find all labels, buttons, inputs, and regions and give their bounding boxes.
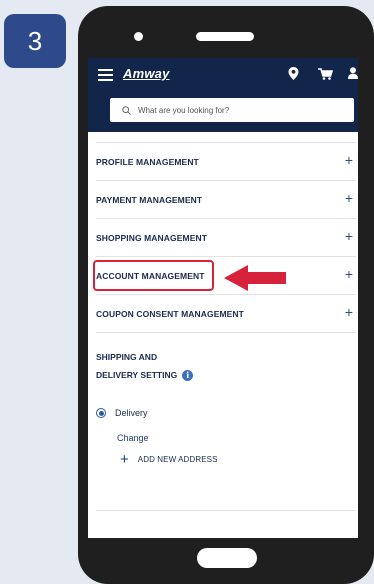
add-plus-icon: +: [120, 451, 129, 468]
add-new-address-label: ADD NEW ADDRESS: [137, 455, 218, 464]
menu-item-account-management[interactable]: ACCOUNT MANAGEMENT +: [93, 257, 356, 295]
app-screen: Amway What are you looking for? PROFILE …: [88, 58, 358, 538]
location-pin-icon[interactable]: [288, 67, 299, 80]
menu-item-label: PAYMENT MANAGEMENT: [96, 194, 203, 205]
shipping-section-title: SHIPPING AND DELIVERY SETTING i: [96, 348, 194, 384]
info-icon[interactable]: i: [182, 369, 194, 381]
shipping-title-line2: DELIVERY SETTING: [96, 370, 178, 380]
red-arrow-icon: [224, 265, 286, 291]
menu-item-label: COUPON CONSENT MANAGEMENT: [96, 308, 244, 319]
menu-item-shopping-management[interactable]: SHOPPING MANAGEMENT +: [96, 219, 356, 257]
expand-plus-icon[interactable]: +: [345, 267, 353, 281]
home-button[interactable]: [197, 548, 257, 568]
menu-item-coupon-consent-management[interactable]: COUPON CONSENT MANAGEMENT +: [96, 295, 356, 333]
divider: [96, 510, 356, 511]
amway-logo[interactable]: Amway: [123, 66, 170, 81]
search-input[interactable]: [138, 105, 338, 115]
highlight-outline: [93, 260, 214, 291]
account-menu: PROFILE MANAGEMENT + PAYMENT MANAGEMENT …: [93, 142, 356, 333]
phone-frame: Amway What are you looking for? PROFILE …: [78, 6, 374, 584]
change-link[interactable]: Change: [117, 433, 149, 443]
menu-item-payment-management[interactable]: PAYMENT MANAGEMENT +: [96, 181, 356, 219]
menu-item-label: SHOPPING MANAGEMENT: [96, 232, 207, 243]
expand-plus-icon[interactable]: +: [345, 229, 353, 243]
delivery-option[interactable]: Delivery: [96, 408, 148, 418]
menu-item-profile-management[interactable]: PROFILE MANAGEMENT +: [96, 143, 356, 181]
expand-plus-icon[interactable]: +: [345, 153, 353, 167]
shipping-title-line1: SHIPPING AND: [96, 352, 158, 362]
expand-plus-icon[interactable]: +: [345, 305, 353, 319]
delivery-label: Delivery: [115, 408, 148, 418]
menu-icon[interactable]: [98, 69, 113, 81]
search-icon: [122, 105, 131, 115]
app-header: Amway: [88, 58, 358, 132]
add-new-address-button[interactable]: + ADD NEW ADDRESS: [120, 452, 218, 467]
cart-icon[interactable]: [318, 68, 333, 80]
speaker-bar: [196, 32, 254, 41]
search-bar[interactable]: [110, 98, 354, 122]
menu-item-label: PROFILE MANAGEMENT: [96, 156, 199, 167]
delivery-radio[interactable]: [96, 408, 106, 418]
step-number-badge: 3: [4, 14, 66, 68]
camera-dot: [134, 32, 143, 41]
expand-plus-icon[interactable]: +: [345, 191, 353, 205]
user-icon[interactable]: [348, 67, 358, 79]
